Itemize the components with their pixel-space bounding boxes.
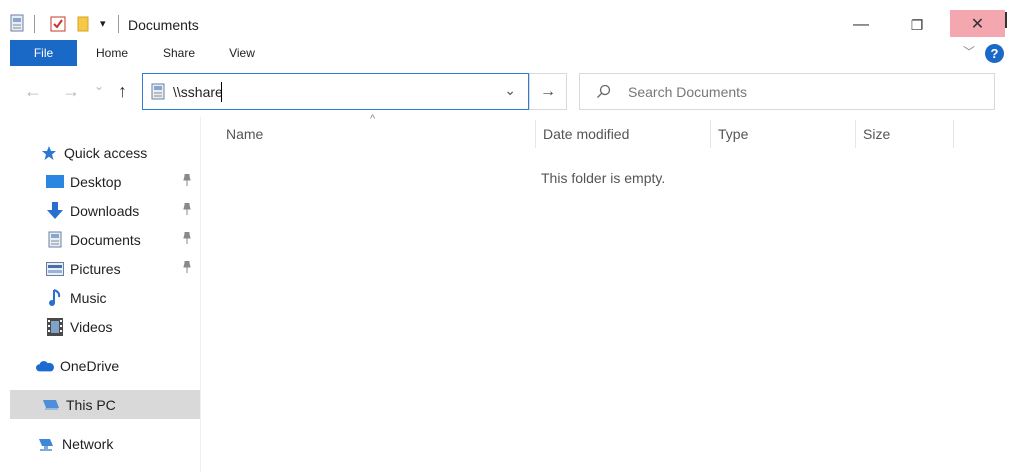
up-button[interactable]: ↑ [118,81,127,102]
sidebar-item-label: OneDrive [60,357,120,374]
back-button[interactable]: ← [24,81,42,102]
empty-folder-message: This folder is empty. [541,170,666,186]
close-button[interactable]: ✕ [950,10,1005,37]
forward-button[interactable]: → [62,81,80,102]
sidebar-item-label: Videos [70,318,113,335]
title-separator [118,15,119,33]
sidebar-item-videos[interactable]: Videos [46,312,200,341]
sidebar-item-downloads[interactable]: Downloads [46,196,200,225]
column-header-name[interactable]: Name [226,126,263,142]
sidebar-item-onedrive[interactable]: OneDrive [36,351,200,380]
help-icon[interactable]: ? [985,44,1004,63]
sidebar-item-pictures[interactable]: Pictures [46,254,200,283]
sidebar-item-network[interactable]: Network [38,429,200,458]
column-header-date-modified[interactable]: Date modified [543,126,629,142]
tab-file[interactable]: File [10,40,77,66]
computer-icon [42,396,60,414]
customize-toolbar-icon[interactable]: ▾ [100,17,106,30]
sidebar-item-label: This PC [66,396,116,413]
sidebar-item-label: Music [70,289,107,306]
restore-button[interactable]: ❐ [894,10,940,40]
pictures-icon [46,260,64,278]
search-input[interactable]: Search Documents [628,84,747,100]
address-bar[interactable]: \\sshare ⌄ [142,73,529,110]
sidebar-item-this-pc[interactable]: This PC [10,390,200,419]
recent-locations-button[interactable]: ⌄ [94,79,104,93]
search-icon [596,84,612,105]
sidebar-item-music[interactable]: Music [46,283,200,312]
videos-icon [46,317,64,336]
sidebar-item-label: Pictures [70,260,121,277]
tab-view[interactable]: View [220,40,264,66]
expand-ribbon-icon[interactable]: ﹀ [963,43,975,60]
column-header-size[interactable]: Size [863,126,890,142]
music-icon [46,288,64,307]
address-dropdown-icon[interactable]: ⌄ [504,82,516,99]
download-icon [46,201,64,220]
pin-icon[interactable] [182,202,192,218]
address-input[interactable]: \\sshare [173,84,223,100]
desktop-icon [46,173,64,191]
pin-icon[interactable] [182,173,192,189]
properties-icon[interactable] [50,16,66,37]
ribbon-tabs: File Home Share View ﹀ ? [0,40,1036,67]
documents-icon [10,14,24,37]
column-divider[interactable] [953,120,954,148]
pin-icon[interactable] [182,231,192,247]
documents-icon [46,231,64,249]
tab-share[interactable]: Share [155,40,203,66]
search-box[interactable]: Search Documents [579,73,995,110]
window-edge [1005,12,1007,28]
sidebar-item-label: Documents [70,231,141,248]
sidebar-item-documents[interactable]: Documents [46,225,200,254]
sidebar-item-quick-access[interactable]: Quick access [40,138,230,167]
sidebar-item-label: Desktop [70,173,122,190]
column-header-type[interactable]: Type [718,126,748,142]
column-divider[interactable] [855,120,856,148]
sidebar-item-label: Quick access [64,144,148,161]
title-bar: ▾ Documents — ❐ ✕ [0,0,1036,40]
documents-icon [151,83,165,105]
sidebar-item-label: Network [62,435,114,452]
cloud-icon [36,357,54,375]
column-divider[interactable] [710,120,711,148]
title-separator [34,15,35,33]
pin-icon[interactable] [182,260,192,276]
star-icon [40,144,58,162]
new-folder-icon[interactable] [76,16,90,37]
minimize-button[interactable]: — [838,10,884,40]
window-title: Documents [128,17,199,33]
sidebar-item-label: Downloads [70,202,140,219]
go-button[interactable]: → [529,73,567,110]
sort-ascending-icon: ^ [370,113,376,125]
column-divider[interactable] [535,120,536,148]
sidebar-item-desktop[interactable]: Desktop [46,167,200,196]
network-icon [38,435,56,453]
text-caret [221,82,222,102]
tab-home[interactable]: Home [87,40,137,66]
